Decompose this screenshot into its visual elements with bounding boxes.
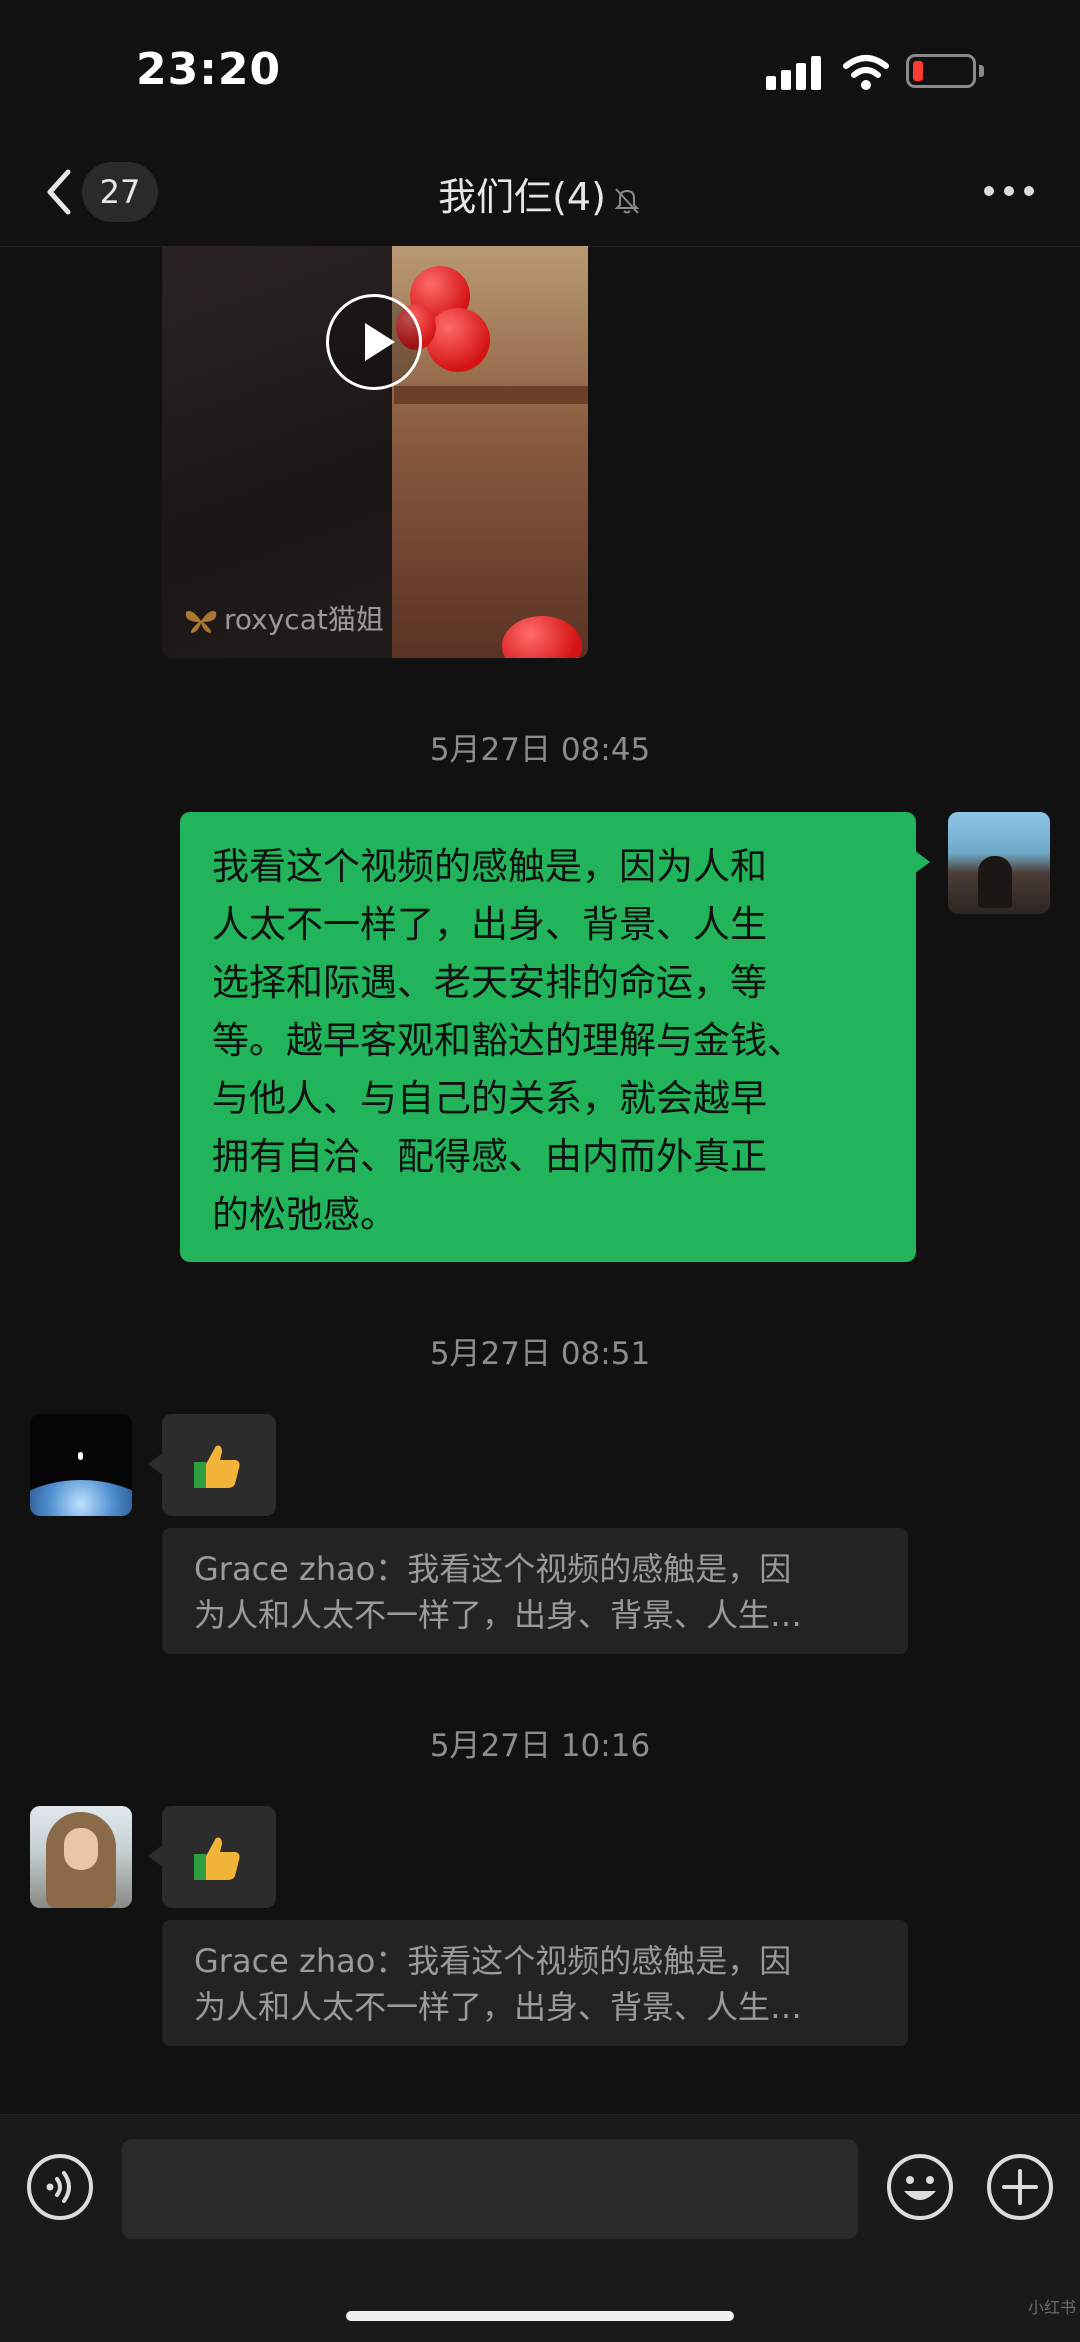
message-timestamp: 5月27日 08:51 — [429, 1336, 651, 1372]
quote-line: 为人和人太不一样了，出身、背景、人生… — [194, 1988, 803, 2026]
chat-header: 27 我们仨(4) — [0, 140, 1080, 247]
member-avatar-girl[interactable] — [30, 1806, 132, 1908]
quote-line: Grace zhao：我看这个视频的感触是，因 — [194, 1942, 792, 1980]
butterfly-logo-icon — [185, 611, 217, 633]
watermark-text: roxycat猫姐 — [224, 603, 384, 636]
quote-line: Grace zhao：我看这个视频的感触是，因 — [194, 1550, 792, 1588]
message-line: 与他人、与自己的关系，就会越早 — [212, 1077, 767, 1120]
emoji-icon[interactable] — [886, 2153, 954, 2221]
thumbs-up-icon — [194, 1837, 240, 1880]
chat-title: 我们仨(4) — [438, 175, 606, 219]
battery-icon — [906, 54, 986, 88]
thumbs-up-bubble[interactable] — [148, 1806, 276, 1908]
message-line: 拥有自洽、配得感、由内而外真正 — [212, 1135, 767, 1178]
status-time: 23:20 — [136, 44, 282, 95]
plus-icon[interactable] — [986, 2153, 1054, 2221]
message-line: 的松弛感。 — [212, 1193, 397, 1236]
play-icon[interactable] — [326, 294, 422, 390]
video-message-thumbnail[interactable]: roxycat猫姐 — [162, 246, 588, 658]
voice-input-icon[interactable] — [26, 2153, 94, 2221]
message-line: 选择和际遇、老天安排的命运，等 — [212, 961, 767, 1004]
quote-line: 为人和人太不一样了，出身、背景、人生… — [194, 1596, 803, 1634]
message-line: 等。越早客观和豁达的理解与金钱、 — [212, 1019, 804, 1062]
corner-watermark: 小红书 — [1028, 2298, 1077, 2317]
more-options-icon[interactable] — [984, 184, 1034, 198]
status-bar: 23:20 — [0, 0, 1080, 140]
chat-title-row: 我们仨(4) — [0, 166, 1080, 221]
quoted-message[interactable]: Grace zhao：我看这个视频的感触是，因 为人和人太不一样了，出身、背景、… — [162, 1920, 908, 2046]
thumbs-up-icon — [194, 1445, 240, 1488]
wifi-icon — [843, 55, 889, 90]
message-line: 我看这个视频的感触是，因为人和 — [212, 845, 767, 888]
input-bar — [0, 2114, 1080, 2342]
message-timestamp: 5月27日 08:45 — [429, 732, 651, 768]
quoted-message[interactable]: Grace zhao：我看这个视频的感触是，因 为人和人太不一样了，出身、背景、… — [162, 1528, 908, 1654]
message-timestamp: 5月27日 10:16 — [429, 1728, 651, 1764]
message-input[interactable] — [122, 2139, 858, 2239]
self-avatar[interactable] — [948, 812, 1050, 914]
message-line: 人太不一样了，出身、背景、人生 — [212, 903, 767, 946]
outgoing-text-bubble[interactable]: 我看这个视频的感触是，因为人和 人太不一样了，出身、背景、人生 选择和际遇、老天… — [180, 812, 930, 1262]
muted-bell-icon — [614, 187, 640, 214]
video-watermark: roxycat猫姐 — [184, 598, 384, 638]
member-avatar-earth[interactable] — [30, 1414, 132, 1516]
thumbs-up-bubble[interactable] — [148, 1414, 276, 1516]
cellular-signal-icon — [766, 54, 822, 90]
home-indicator — [346, 2311, 734, 2321]
